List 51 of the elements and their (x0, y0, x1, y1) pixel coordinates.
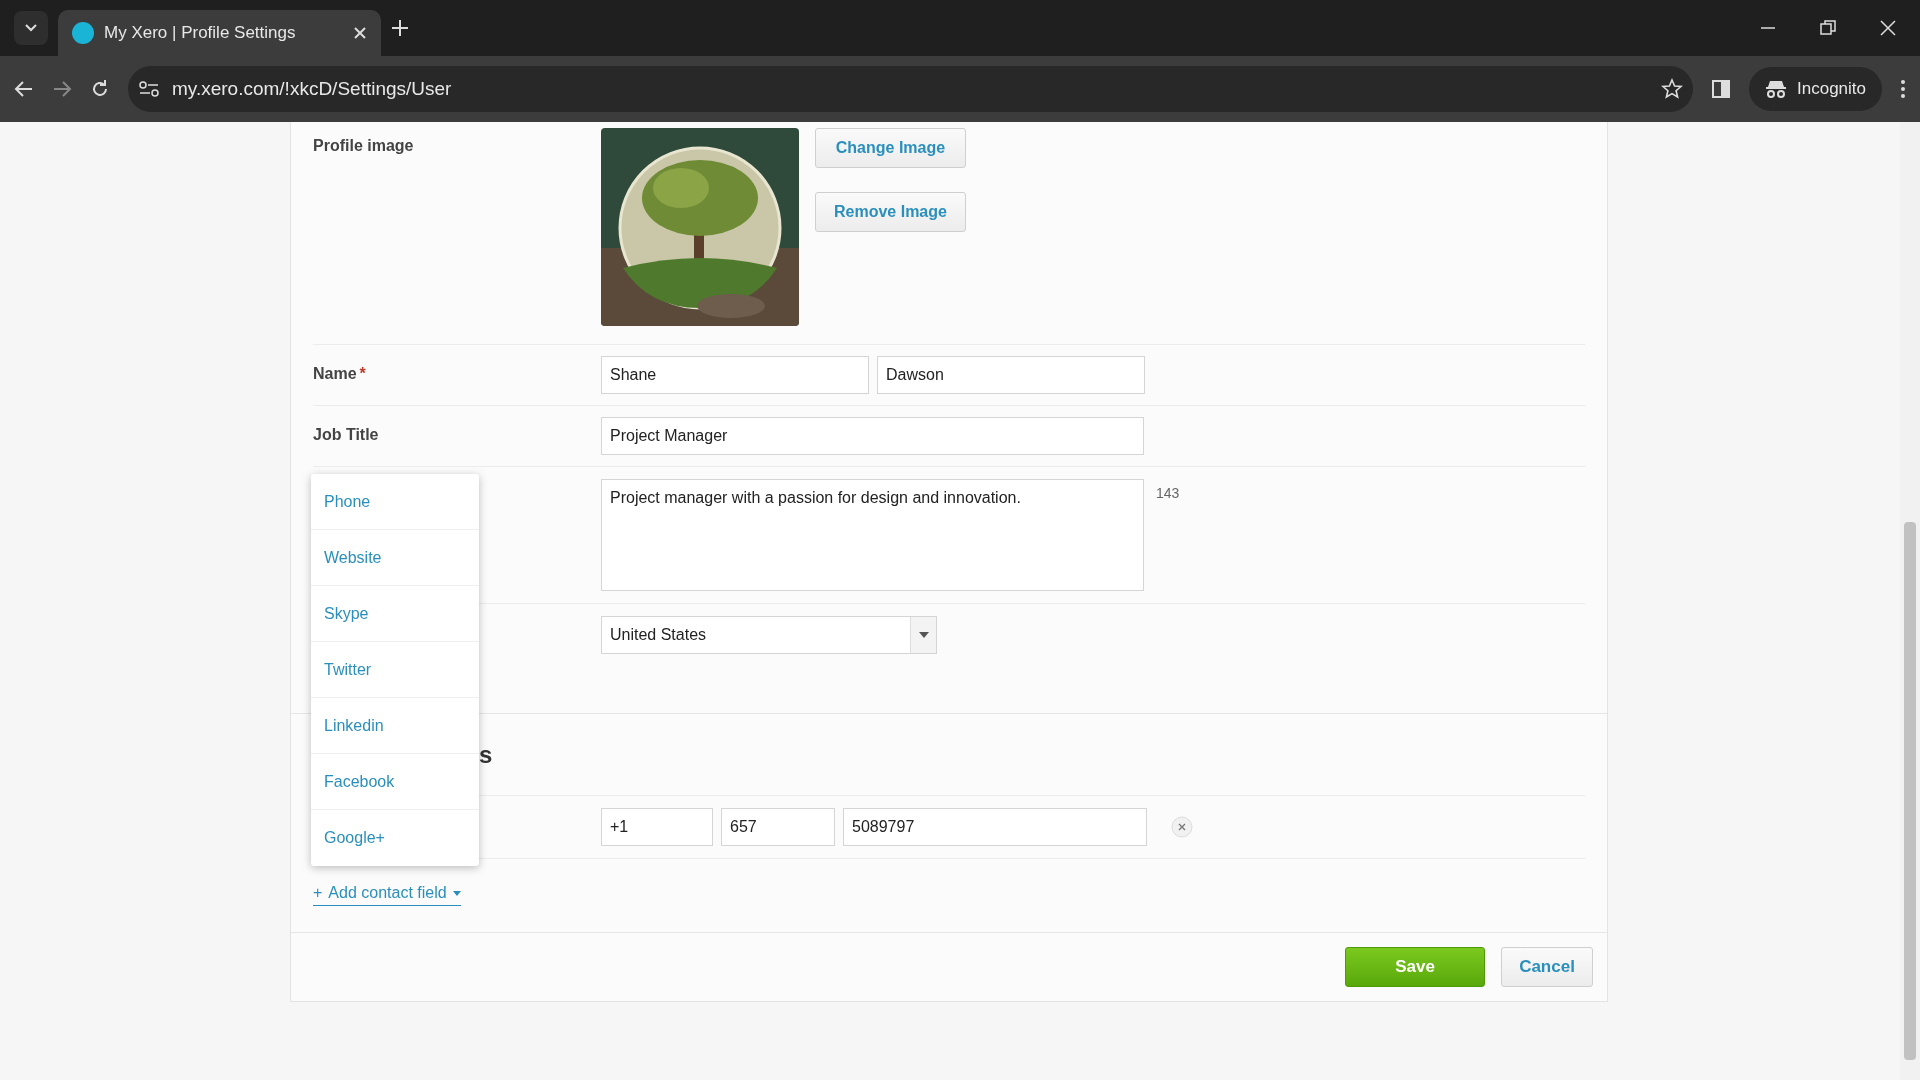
new-tab-icon[interactable] (391, 19, 409, 37)
menu-item[interactable]: Facebook (311, 754, 479, 810)
site-settings-icon[interactable] (138, 80, 160, 98)
change-image-button[interactable]: Change Image (815, 128, 966, 168)
phone-field[interactable]: 5089797 (843, 808, 1147, 846)
chevron-down-icon (24, 23, 38, 33)
menu-icon[interactable] (1900, 79, 1906, 99)
incognito-indicator[interactable]: Incognito (1749, 67, 1882, 111)
field-label: Job Title (313, 426, 379, 443)
caret-icon (452, 890, 461, 896)
remove-icon[interactable] (1171, 816, 1193, 838)
phone-field[interactable]: +1 (601, 808, 713, 846)
add-contact-field-link[interactable]: + Add contact field (313, 881, 461, 906)
save-button[interactable]: Save (1345, 947, 1485, 987)
address-bar[interactable]: my.xero.com/!xkcD/Settings/User (128, 66, 1693, 112)
forward-icon[interactable] (52, 79, 72, 99)
close-icon[interactable] (353, 26, 367, 40)
scrollbar[interactable] (1900, 122, 1920, 1080)
restore-icon[interactable] (1820, 20, 1836, 36)
browser-tab[interactable]: My Xero | Profile Settings (58, 10, 381, 56)
incognito-label: Incognito (1797, 78, 1866, 101)
text-field[interactable]: Shane (601, 356, 869, 394)
back-icon[interactable] (14, 79, 34, 99)
incognito-icon (1765, 79, 1787, 99)
menu-item[interactable]: Google+ (311, 810, 479, 866)
url-text: my.xero.com/!xkcD/Settings/User (172, 76, 453, 101)
tab-title: My Xero | Profile Settings (104, 22, 297, 45)
text-area[interactable]: Project manager with a passion for design and innovation. (601, 479, 1144, 591)
star-icon[interactable] (1661, 78, 1683, 100)
remove-image-button[interactable]: Remove Image (815, 192, 966, 232)
menu-item[interactable]: Linkedin (311, 698, 479, 754)
section-heading: s (479, 739, 493, 770)
required-mark: * (359, 365, 366, 382)
cancel-button[interactable]: Cancel (1501, 947, 1593, 987)
tab-list-button[interactable] (14, 11, 48, 45)
character-count: 143 (1156, 484, 1180, 503)
side-panel-icon[interactable] (1711, 79, 1731, 99)
text-field[interactable]: Dawson (877, 356, 1145, 394)
select-field[interactable]: United States (601, 616, 937, 654)
menu-item[interactable]: Skype (311, 586, 479, 642)
phone-field[interactable]: 657 (721, 808, 835, 846)
field-label: Name (313, 365, 357, 382)
menu-item[interactable]: Website (311, 530, 479, 586)
close-icon[interactable] (1880, 20, 1896, 36)
reload-icon[interactable] (90, 79, 110, 99)
caret-icon (918, 632, 929, 638)
menu-item[interactable]: Twitter (311, 642, 479, 698)
text-field[interactable]: Project Manager (601, 417, 1144, 455)
menu-item[interactable]: Phone (311, 474, 479, 530)
field-label: Profile image (313, 136, 415, 156)
xero-logo-icon (72, 22, 94, 44)
